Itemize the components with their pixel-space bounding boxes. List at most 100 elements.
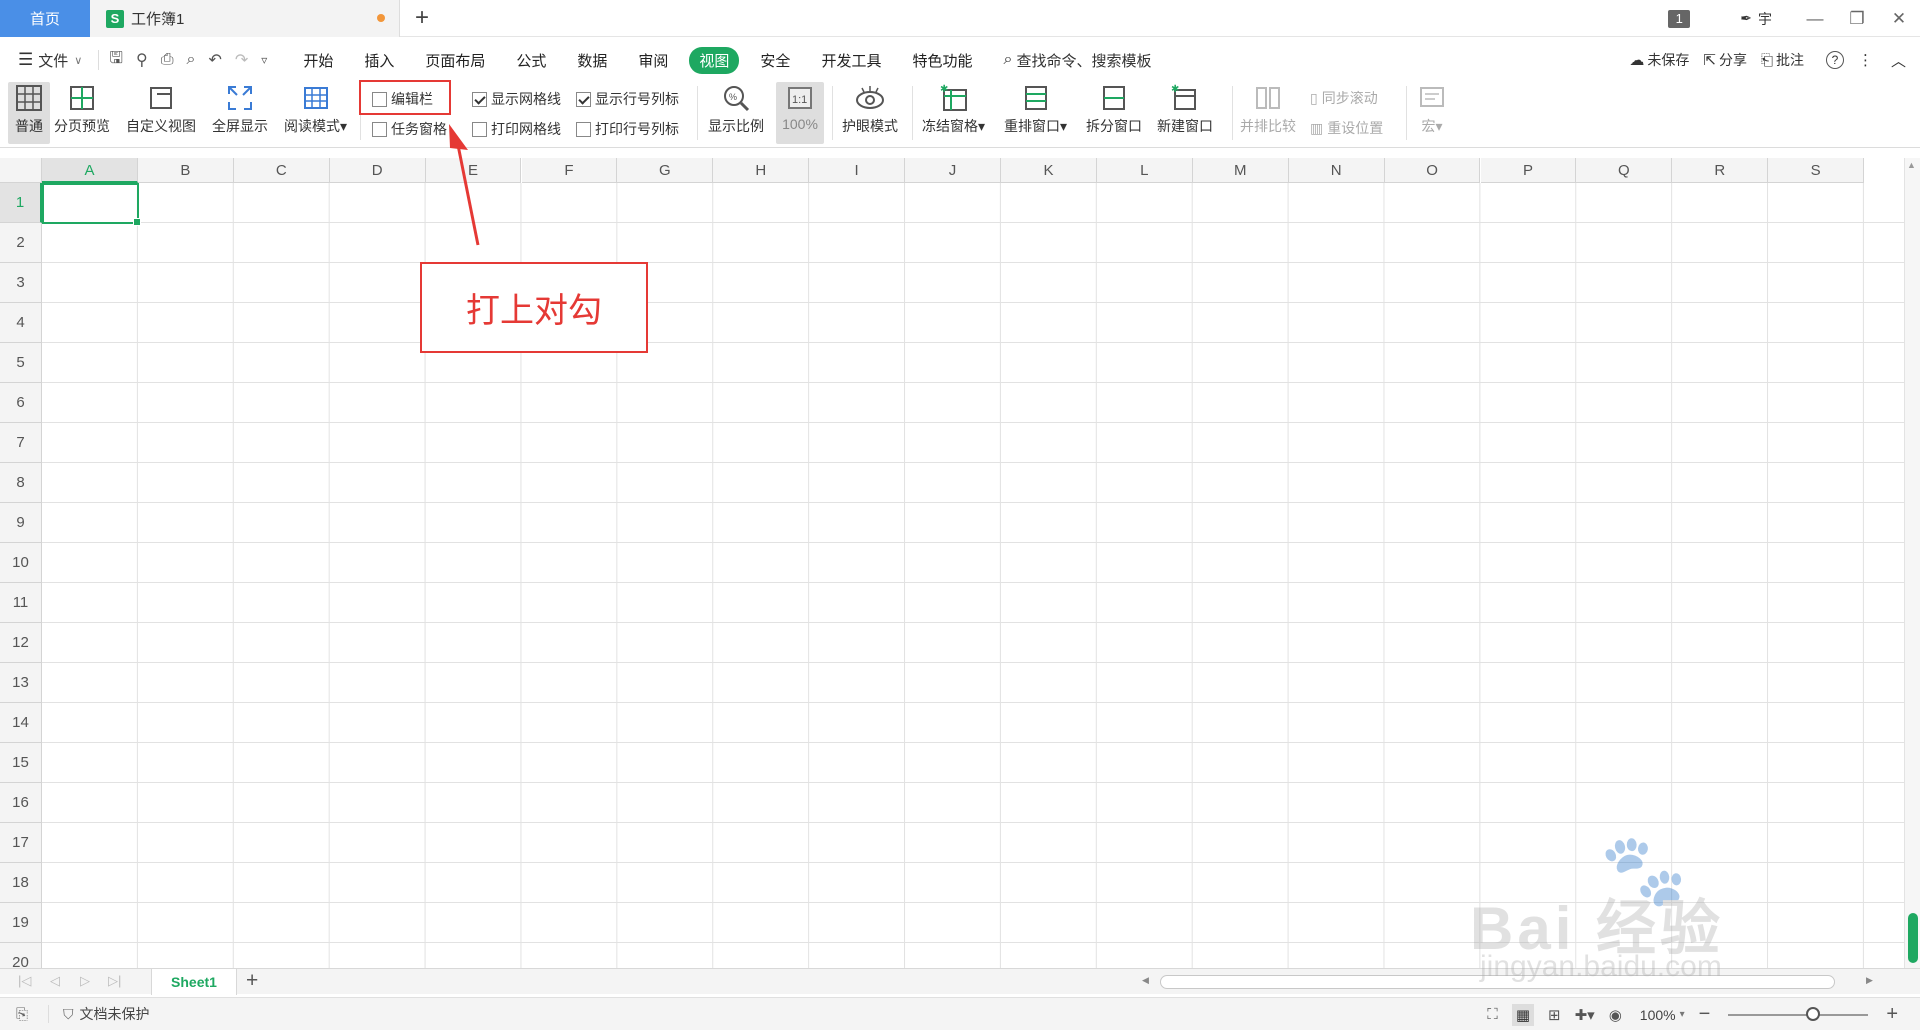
reading-mode-button[interactable]: 阅读模式▾	[284, 82, 347, 136]
column-header[interactable]: D	[329, 158, 426, 183]
vertical-scroll-thumb[interactable]	[1908, 913, 1918, 963]
search-icon[interactable]: ⌕	[1003, 51, 1012, 69]
page-break-preview-button[interactable]: 分页预览	[54, 82, 110, 136]
column-header[interactable]: S	[1768, 158, 1865, 183]
fullscreen-status-icon[interactable]: ⛶	[1487, 1006, 1498, 1023]
redo-icon[interactable]: ↷	[235, 50, 248, 70]
document-protection-status[interactable]: 文档未保护	[80, 1004, 150, 1024]
column-header[interactable]: K	[1001, 158, 1097, 183]
column-header[interactable]: A	[42, 158, 138, 183]
column-header[interactable]: H	[713, 158, 810, 183]
scroll-left-icon[interactable]: ◀	[1142, 975, 1149, 986]
reset-position-button[interactable]: ▥ 重设位置	[1310, 118, 1383, 138]
side-by-side-button[interactable]: 并排比较	[1240, 82, 1296, 136]
first-sheet-icon[interactable]: |◁	[18, 973, 31, 989]
new-tab-button[interactable]: +	[415, 4, 429, 32]
sheet-tab-sheet1[interactable]: Sheet1	[151, 969, 237, 995]
fullscreen-button[interactable]: 全屏显示	[212, 82, 268, 136]
column-header[interactable]: N	[1288, 158, 1385, 183]
column-header[interactable]: O	[1384, 158, 1481, 183]
column-header[interactable]: M	[1192, 158, 1289, 183]
row-header[interactable]: 10	[0, 543, 42, 583]
help-icon[interactable]: ?	[1825, 51, 1844, 69]
column-header[interactable]: G	[617, 158, 714, 183]
row-header[interactable]: 6	[0, 383, 42, 423]
column-header[interactable]: I	[809, 158, 906, 183]
row-header[interactable]: 17	[0, 823, 42, 863]
menu-tab-0[interactable]: 开始	[303, 50, 333, 71]
page-break-status-icon[interactable]: ⊞	[1548, 1006, 1561, 1024]
reading-layout-status-icon[interactable]: ✚▾	[1575, 1006, 1595, 1024]
customize-quick-access-icon[interactable]: ▿	[261, 53, 267, 67]
next-sheet-icon[interactable]: ▷	[80, 973, 90, 989]
row-header[interactable]: 5	[0, 343, 42, 383]
file-menu[interactable]: 文件	[38, 50, 68, 71]
eye-protection-button[interactable]: 护眼模式	[842, 82, 898, 136]
zoom-in-button[interactable]: +	[1886, 1003, 1898, 1026]
print-headers-box[interactable]	[576, 121, 591, 137]
collapse-ribbon-icon[interactable]: ︿	[1891, 50, 1906, 71]
column-header[interactable]: J	[905, 158, 1001, 183]
select-all-corner[interactable]	[0, 158, 42, 183]
search-commands-input[interactable]: 查找命令、搜索模板	[1016, 50, 1151, 71]
print-headers-checkbox[interactable]: 打印行号列标	[576, 119, 679, 139]
row-header[interactable]: 9	[0, 503, 42, 543]
show-gridlines-box[interactable]	[472, 91, 487, 107]
freeze-panes-button[interactable]: ✱ 冻结窗格▾	[922, 82, 985, 136]
normal-view-button[interactable]: 普通	[8, 82, 50, 144]
new-window-button[interactable]: ✱ 新建窗口	[1157, 82, 1213, 136]
close-button[interactable]: ✕	[1878, 9, 1920, 29]
row-header[interactable]: 13	[0, 663, 42, 703]
cloud-icon[interactable]: ☁	[1629, 51, 1644, 69]
column-header[interactable]: R	[1672, 158, 1769, 183]
comment-button[interactable]: 批注	[1776, 50, 1804, 70]
row-header[interactable]: 8	[0, 463, 42, 503]
menu-tab-6[interactable]: 视图	[689, 46, 740, 74]
show-headers-checkbox[interactable]: 显示行号列标	[576, 89, 679, 109]
last-sheet-icon[interactable]: ▷|	[108, 973, 121, 989]
row-header[interactable]: 16	[0, 783, 42, 823]
macro-record-icon[interactable]: ⎘	[16, 1006, 28, 1023]
macro-button[interactable]: 宏▾	[1416, 82, 1448, 136]
undo-icon[interactable]: ↶	[208, 50, 221, 70]
user-avatar-icon[interactable]: ✒	[1740, 10, 1752, 27]
menu-tab-9[interactable]: 特色功能	[912, 50, 972, 71]
add-sheet-button[interactable]: +	[246, 969, 258, 993]
scroll-right-icon[interactable]: ▶	[1866, 975, 1873, 986]
row-header[interactable]: 1	[0, 183, 42, 223]
normal-view-status-icon[interactable]: ▦	[1511, 1003, 1534, 1026]
row-header[interactable]: 19	[0, 903, 42, 943]
row-header[interactable]: 20	[0, 943, 42, 968]
menu-tab-2[interactable]: 页面布局	[425, 50, 485, 71]
row-header[interactable]: 11	[0, 583, 42, 623]
menu-tab-5[interactable]: 审阅	[638, 50, 668, 71]
eye-protection-status-icon[interactable]: ◉	[1609, 1006, 1622, 1024]
zoom-button[interactable]: % 显示比例	[708, 82, 764, 136]
zoom-out-button[interactable]: −	[1699, 1003, 1711, 1026]
share-icon[interactable]: ⇱	[1703, 51, 1716, 69]
row-header[interactable]: 7	[0, 423, 42, 463]
row-header[interactable]: 18	[0, 863, 42, 903]
more-options-icon[interactable]: ⋮	[1858, 51, 1873, 69]
row-header[interactable]: 4	[0, 303, 42, 343]
menu-tab-1[interactable]: 插入	[364, 50, 394, 71]
zoom-slider-thumb[interactable]	[1806, 1006, 1821, 1021]
row-header[interactable]: 12	[0, 623, 42, 663]
unsaved-status-button[interactable]: 未保存	[1647, 50, 1689, 70]
zoom-100-button[interactable]: 1:1 100%	[776, 82, 824, 144]
column-header[interactable]: C	[233, 158, 330, 183]
window-count-badge[interactable]: 1	[1668, 9, 1691, 28]
print-preview-icon[interactable]: ⌕	[187, 51, 196, 69]
column-header[interactable]: F	[521, 158, 618, 183]
column-header[interactable]: Q	[1576, 158, 1673, 183]
arrange-windows-button[interactable]: 重排窗口▾	[1004, 82, 1067, 136]
task-pane-checkbox[interactable]: 任务窗格	[372, 119, 447, 139]
format-painter-icon[interactable]: ⚲	[136, 50, 148, 70]
menu-tab-7[interactable]: 安全	[760, 50, 790, 71]
column-header[interactable]: P	[1480, 158, 1577, 183]
menu-tab-4[interactable]: 数据	[577, 50, 607, 71]
active-cell-a1[interactable]	[42, 183, 141, 226]
prev-sheet-icon[interactable]: ◁	[50, 973, 60, 989]
menu-tab-3[interactable]: 公式	[516, 50, 546, 71]
row-header[interactable]: 15	[0, 743, 42, 783]
